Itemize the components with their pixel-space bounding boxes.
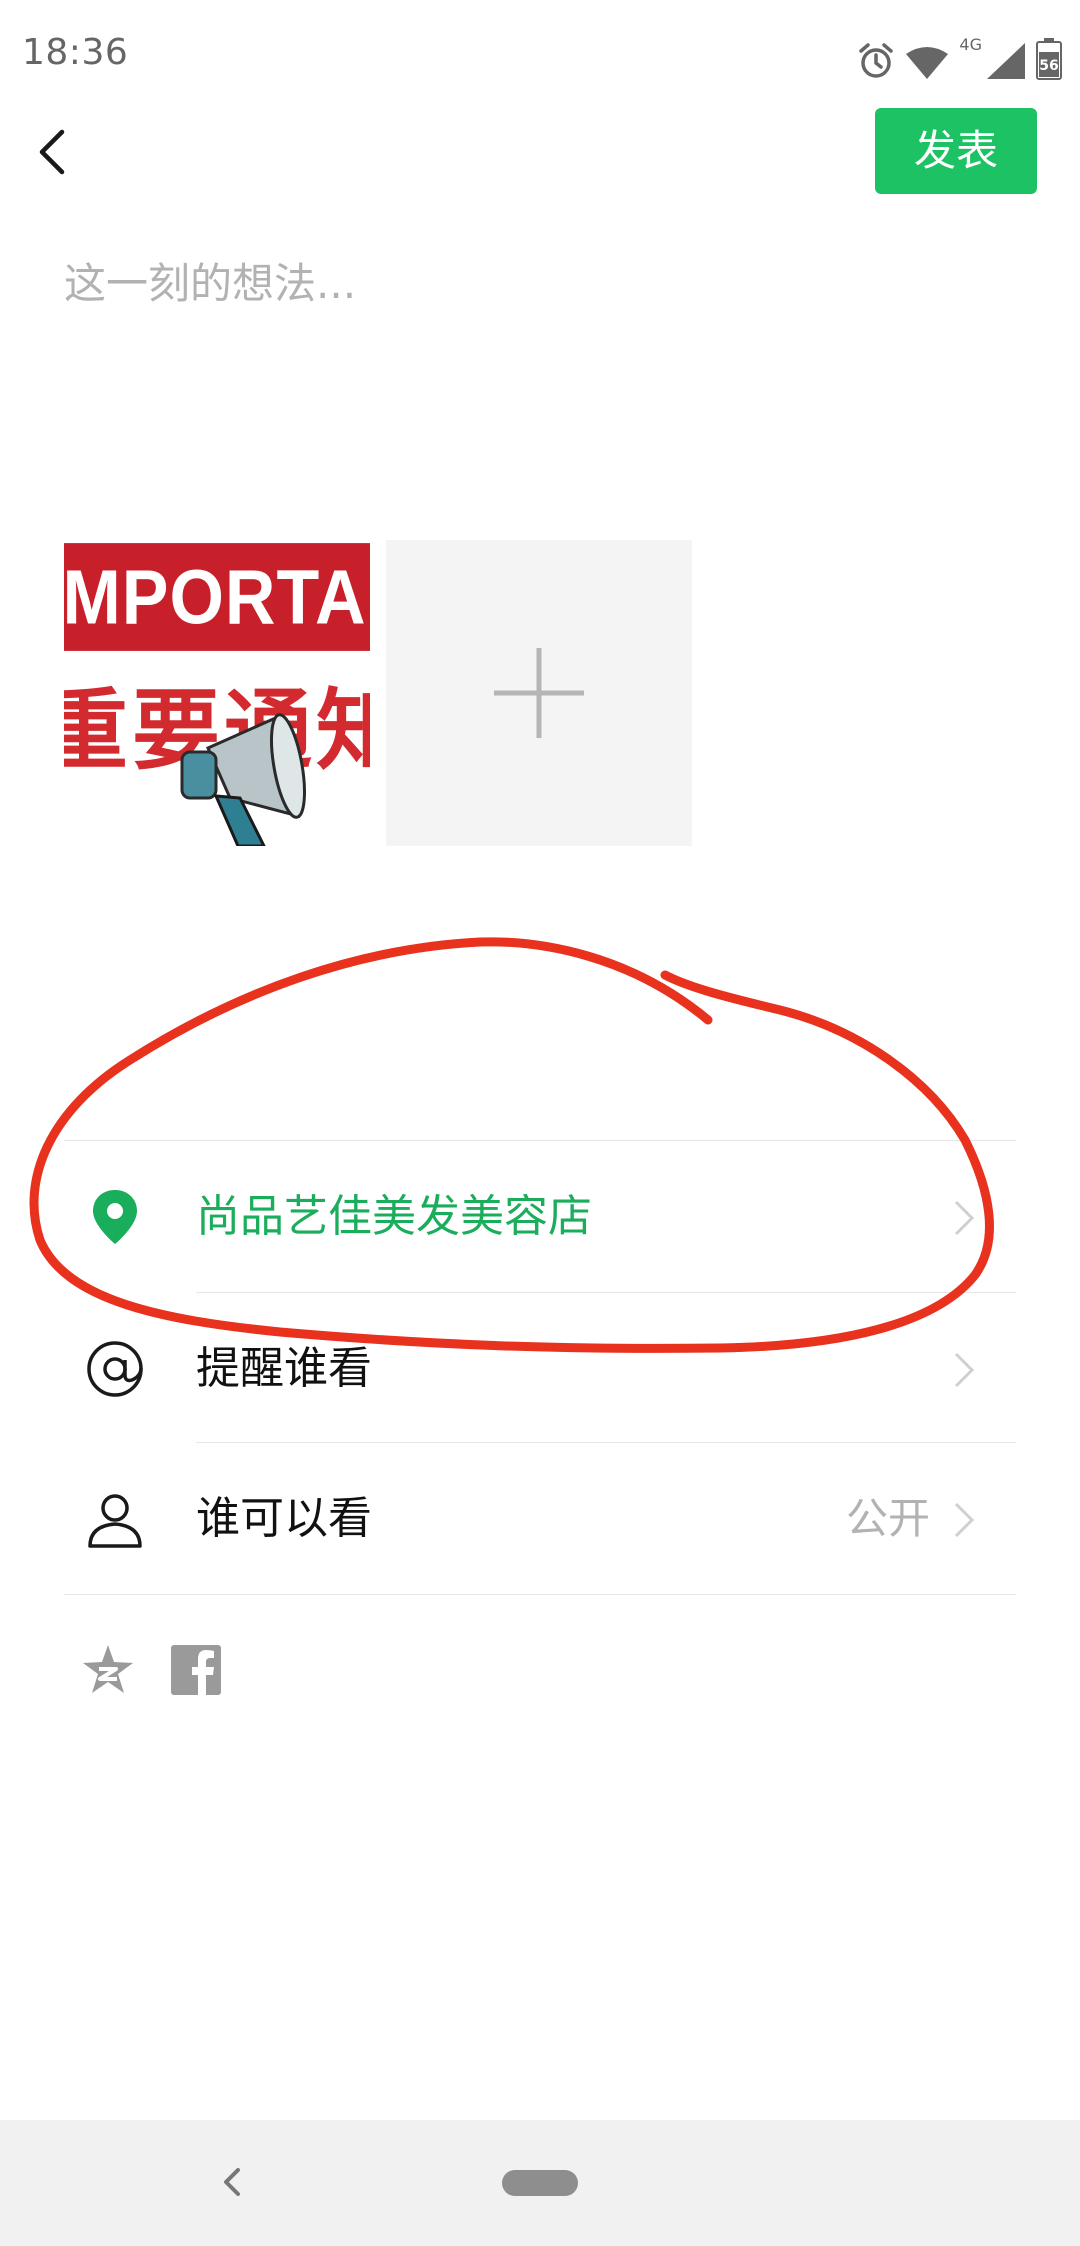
- status-icons: 4G 56: [857, 35, 1062, 80]
- post-text-input[interactable]: [64, 250, 1014, 500]
- nav-back-icon[interactable]: [218, 2162, 248, 2202]
- cellular-signal-icon: [986, 42, 1026, 80]
- status-bar: 18:36 4G 56: [0, 0, 1080, 120]
- chevron-right-icon: [954, 1200, 975, 1236]
- location-pin-icon: [93, 1190, 137, 1244]
- remind-divider: [196, 1442, 1016, 1443]
- visibility-value: 公开: [845, 1494, 930, 1543]
- network-type-label: 4G: [959, 35, 982, 54]
- visibility-row[interactable]: 谁可以看 公开: [64, 1444, 1016, 1594]
- megaphone-icon: [180, 713, 306, 846]
- back-button[interactable]: [28, 118, 88, 186]
- battery-icon: 56: [1036, 38, 1062, 80]
- options-bottom-divider: [64, 1594, 1016, 1595]
- location-divider: [196, 1292, 1016, 1293]
- add-image-button[interactable]: [386, 540, 692, 846]
- at-sign-icon: [87, 1341, 143, 1397]
- remind-who-label: 提醒谁看: [196, 1343, 372, 1394]
- alarm-icon: [857, 42, 895, 80]
- thumbnail-banner-text: IMPORTANT: [64, 543, 370, 651]
- chevron-left-icon: [39, 129, 65, 175]
- battery-level: 56: [1039, 58, 1059, 74]
- publish-button[interactable]: 发表: [875, 108, 1037, 194]
- status-time: 18:36: [22, 32, 129, 73]
- remind-who-row[interactable]: 提醒谁看: [64, 1294, 1016, 1444]
- plus-icon: [494, 648, 584, 738]
- facebook-icon[interactable]: [168, 1642, 224, 1698]
- image-thumbnail[interactable]: IMPORTANT 重要通知: [64, 540, 370, 846]
- chevron-right-icon: [954, 1502, 975, 1538]
- location-label: 尚品艺佳美发美容店: [196, 1191, 592, 1242]
- wifi-icon: [905, 46, 949, 80]
- qzone-icon[interactable]: [80, 1642, 136, 1698]
- options-top-divider: [64, 1140, 1016, 1141]
- chevron-right-icon: [954, 1352, 975, 1388]
- visibility-label: 谁可以看: [196, 1493, 372, 1544]
- location-row[interactable]: 尚品艺佳美发美容店: [64, 1142, 1016, 1292]
- system-nav-bar: [0, 2120, 1080, 2246]
- person-icon: [88, 1494, 142, 1548]
- nav-home-pill[interactable]: [502, 2170, 578, 2196]
